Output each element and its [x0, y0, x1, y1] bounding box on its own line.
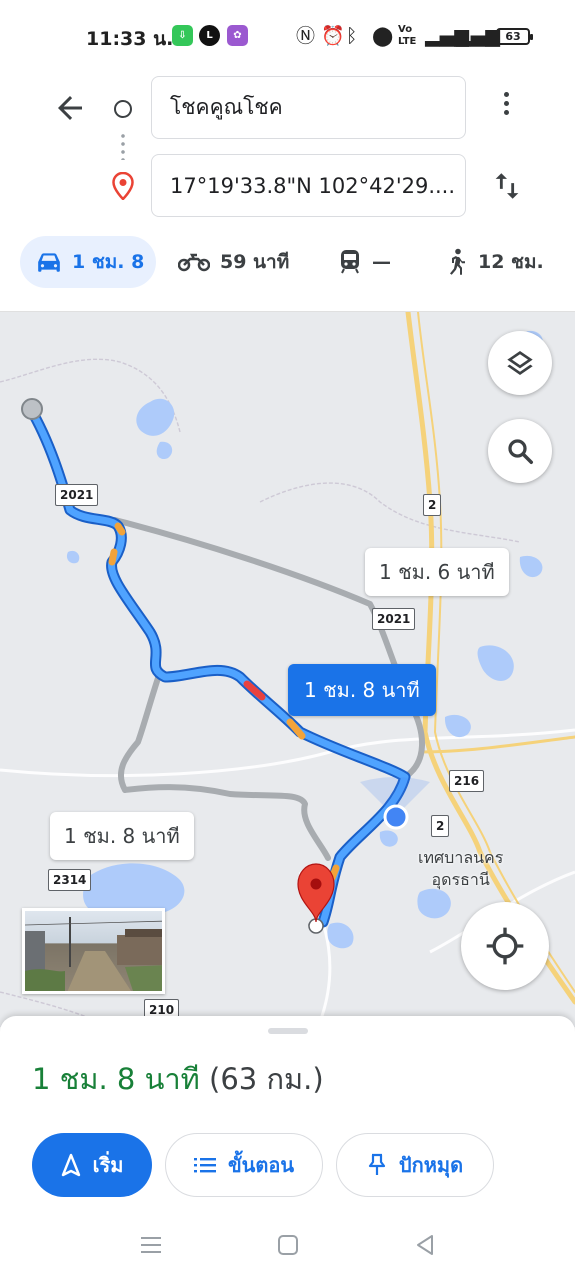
- origin-text: โชคคูณโชค: [170, 95, 283, 119]
- alternate-route-label-2[interactable]: 1 ชม. 8 นาที: [50, 812, 194, 860]
- volte-icon: Vo LTE: [398, 24, 417, 47]
- bluetooth-icon: ᛒ: [346, 25, 358, 47]
- back-arrow-icon[interactable]: [52, 90, 88, 126]
- route-dots-icon: [121, 132, 125, 160]
- tab-car-label: 1 ชม. 8: [72, 251, 145, 273]
- navigation-arrow-icon: [61, 1153, 80, 1177]
- start-button[interactable]: เริ่ม: [32, 1133, 152, 1197]
- walk-icon: [450, 248, 465, 275]
- destination-text: 17°19'33.8"N 102°42'29....: [170, 173, 456, 198]
- home-icon[interactable]: [275, 1232, 301, 1258]
- alarm-icon: ⏰: [321, 25, 345, 47]
- origin-field[interactable]: โชคคูณโชค: [151, 76, 466, 139]
- nfc-icon: Ⓝ: [296, 25, 316, 47]
- route-duration: 1 ชม. 8 นาที: [32, 1062, 200, 1096]
- travel-mode-tabs: 1 ชม. 8 59 นาที — 12 ชม.: [0, 236, 575, 292]
- crosshair-icon: [486, 927, 524, 965]
- city-label-line2: อุดรธานี: [431, 870, 490, 889]
- sheet-drag-handle[interactable]: [268, 1028, 308, 1034]
- list-icon: [193, 1158, 216, 1173]
- road-shield-2-north: 2: [423, 494, 442, 516]
- more-options-icon[interactable]: [495, 88, 517, 128]
- recent-apps-icon[interactable]: [138, 1232, 164, 1258]
- city-label: เทศบาลนคร อุดรธานี: [418, 847, 503, 891]
- status-bar: 11:33 น. ⇩ L ✿ Ⓝ ⏰ ᛒ ⬤ Vo LTE ▂▄▆ ▂▄▆ 63: [0, 0, 575, 72]
- tab-transit-label: —: [372, 251, 391, 273]
- car-icon: [38, 253, 60, 272]
- pin-button[interactable]: ปักหมุด: [336, 1133, 494, 1197]
- pin-button-label: ปักหมุด: [398, 1153, 464, 1177]
- city-label-line1: เทศบาลนคร: [418, 848, 504, 867]
- pushpin-icon: [368, 1153, 386, 1175]
- search-icon: [508, 439, 533, 464]
- battery-level: 63: [505, 30, 521, 43]
- line-app-icon: L: [199, 25, 220, 46]
- notification-app-icon-2: ✿: [227, 25, 248, 46]
- road-shield-2-south: 2: [431, 815, 450, 837]
- steps-button[interactable]: ขั้นตอน: [165, 1133, 323, 1197]
- tab-transit[interactable]: —: [338, 236, 391, 288]
- system-navigation-bar: [0, 1210, 575, 1280]
- start-button-label: เริ่ม: [92, 1153, 124, 1177]
- route-summary: 1 ชม. 8 นาที (63 กม.): [32, 1056, 324, 1102]
- swap-icon[interactable]: [490, 168, 524, 204]
- street-view-thumbnail[interactable]: [22, 908, 165, 994]
- status-time: 11:33 น.: [86, 28, 174, 50]
- my-location-button[interactable]: [461, 902, 549, 990]
- alternate-route-label-1[interactable]: 1 ชม. 6 นาที: [365, 548, 509, 596]
- destination-field[interactable]: 17°19'33.8"N 102°42'29....: [151, 154, 466, 217]
- route-distance: (63 กม.): [209, 1062, 324, 1096]
- motorbike-icon: [178, 253, 210, 272]
- battery-icon: 63: [496, 28, 533, 45]
- road-shield-2021-west: 2021: [55, 484, 99, 506]
- train-icon: [341, 250, 359, 274]
- origin-circle-icon: [114, 100, 132, 118]
- map-search-button[interactable]: [488, 419, 552, 483]
- road-shield-2021-east: 2021: [372, 608, 416, 630]
- map-view[interactable]: 2021 2021 2 216 2 2314 210 เทศบาลนคร อุด…: [0, 312, 575, 1027]
- directions-header: โชคคูณโชค 17°19'33.8"N 102°42'29.... 1 ช…: [0, 72, 575, 312]
- tab-walk[interactable]: 12 ชม.: [446, 236, 544, 288]
- road-shield-216: 216: [449, 770, 485, 792]
- tab-motorbike[interactable]: 59 นาที: [178, 236, 289, 288]
- steps-button-label: ขั้นตอน: [227, 1153, 294, 1177]
- tab-motorbike-label: 59 นาที: [220, 251, 290, 273]
- layers-button[interactable]: [488, 331, 552, 395]
- selected-route-label[interactable]: 1 ชม. 8 นาที: [288, 664, 436, 716]
- signal-4g-icon: ▂▄▆: [456, 25, 500, 47]
- tab-walk-label: 12 ชม.: [478, 251, 544, 273]
- location-icon: ⬤: [372, 25, 394, 47]
- notification-app-icon: ⇩: [172, 25, 193, 46]
- tab-car[interactable]: 1 ชม. 8: [20, 236, 156, 288]
- layers-icon: [507, 351, 533, 375]
- destination-pin-icon: [112, 172, 134, 200]
- street-view-image: [25, 917, 162, 991]
- road-shield-2314: 2314: [48, 869, 92, 891]
- back-nav-icon[interactable]: [412, 1232, 438, 1258]
